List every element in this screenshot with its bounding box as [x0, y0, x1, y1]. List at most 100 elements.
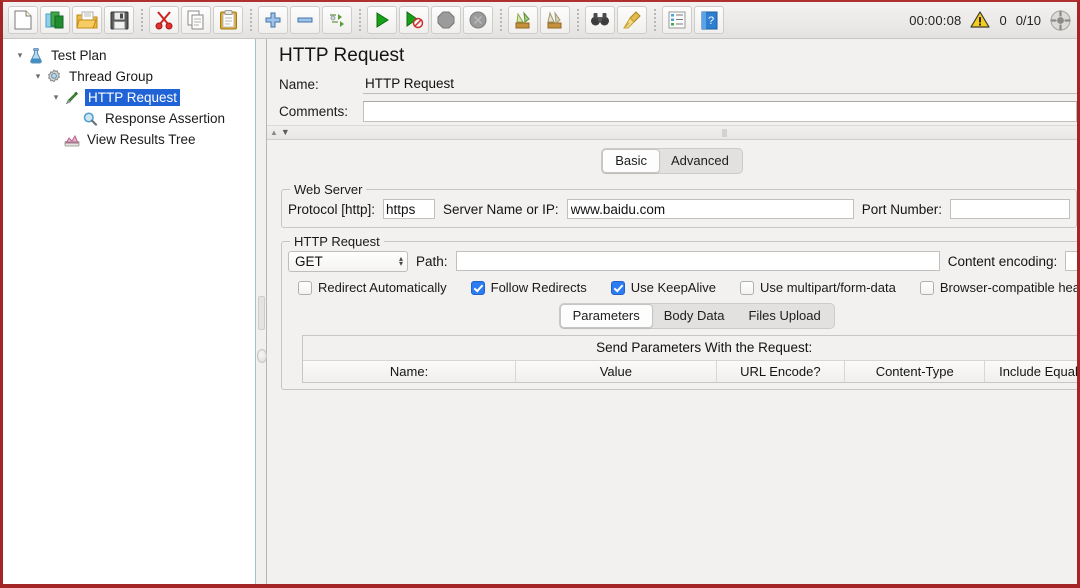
tree-node-test-plan[interactable]: ▾ Test Plan [3, 45, 255, 66]
protocol-input[interactable] [383, 199, 436, 219]
clear-all-button[interactable] [540, 6, 570, 34]
paste-button[interactable] [213, 6, 243, 34]
start-no-pauses-button[interactable] [399, 6, 429, 34]
stop-button[interactable] [431, 6, 461, 34]
toggle-button[interactable] [322, 6, 352, 34]
new-button[interactable] [8, 6, 38, 34]
collapse-bar[interactable]: ▲ ▼ [267, 125, 1077, 140]
parameters-panel: Send Parameters With the Request: Name: … [302, 335, 1077, 383]
open-button[interactable] [72, 6, 102, 34]
response-assertion-icon [81, 110, 99, 127]
panel-splitter[interactable] [256, 39, 267, 584]
test-plan-tree[interactable]: ▾ Test Plan ▾ Thread Group ▾ HTTP Reques… [3, 39, 256, 584]
collapse-all-button[interactable] [290, 6, 320, 34]
tab-basic[interactable]: Basic [602, 149, 660, 173]
clear-all-icon [547, 10, 562, 28]
content-encoding-input[interactable] [1065, 251, 1077, 271]
server-name-input[interactable] [566, 199, 854, 219]
splitter-grip[interactable] [257, 349, 267, 363]
port-number-input[interactable] [950, 199, 1070, 219]
minus-icon [297, 17, 313, 23]
svg-text:?: ? [707, 15, 713, 27]
use-multipart-checkbox[interactable]: Use multipart/form-data [740, 280, 896, 295]
play-green-icon [376, 12, 389, 28]
checkbox-box[interactable] [919, 280, 934, 295]
expand-all-button[interactable] [258, 6, 288, 34]
templates-button[interactable] [40, 6, 70, 34]
send-parameters-caption: Send Parameters With the Request: [303, 336, 1077, 361]
reset-search-button[interactable] [617, 6, 647, 34]
sub-tabgroup: Parameters Body Data Files Upload [558, 303, 835, 329]
help-book-icon: ? [701, 11, 717, 29]
clear-button[interactable] [508, 6, 538, 34]
column-header-name[interactable]: Name: [303, 361, 517, 383]
test-plan-icon [27, 47, 45, 64]
column-header-value[interactable]: Value [515, 361, 717, 383]
tree-node-thread-group[interactable]: ▾ Thread Group [3, 66, 255, 87]
content-encoding-label: Content encoding: [947, 253, 1058, 269]
function-helper-button[interactable] [662, 6, 692, 34]
request-options-row: Redirect Automatically Follow Redirects … [288, 273, 1077, 299]
chevron-down-icon[interactable]: ▾ [13, 49, 27, 63]
tab-body-data[interactable]: Body Data [652, 305, 737, 327]
port-label: Port Number: [861, 201, 942, 217]
redirect-automatically-checkbox[interactable]: Redirect Automatically [298, 280, 447, 295]
column-header-url-encode[interactable]: URL Encode? [716, 361, 846, 383]
copy-button[interactable] [181, 6, 211, 34]
shutdown-button[interactable] [463, 6, 493, 34]
open-folder-icon [76, 11, 98, 28]
tree-node-http-request[interactable]: ▾ HTTP Request [3, 87, 255, 108]
tab-parameters[interactable]: Parameters [559, 304, 653, 328]
tab-files-upload[interactable]: Files Upload [736, 305, 832, 327]
search-button[interactable] [585, 6, 615, 34]
path-input[interactable] [455, 251, 940, 271]
save-button[interactable] [104, 6, 134, 34]
http-request-legend: HTTP Request [294, 234, 380, 249]
chevron-updown-icon[interactable]: ▴ ▾ [399, 255, 403, 268]
toolbar-separator [246, 8, 255, 32]
chevron-down-icon[interactable]: ▾ [31, 70, 45, 84]
toggle-icon [330, 14, 344, 27]
templates-icon [45, 11, 64, 29]
collapse-up-icon[interactable]: ▲ [270, 128, 278, 137]
main-toolbar: ? 00:00:08 0 0/10 [3, 2, 1077, 39]
column-header-content-type[interactable]: Content-Type [844, 361, 986, 383]
cut-button[interactable] [149, 6, 179, 34]
toolbar-separator [573, 8, 582, 32]
tree-node-response-assertion[interactable]: ▾ Response Assertion [3, 108, 255, 129]
column-header-include-equals[interactable]: Include Equals? [984, 361, 1077, 383]
comments-label: Comments: [279, 104, 349, 119]
comments-input[interactable] [363, 101, 1077, 122]
start-button[interactable] [367, 6, 397, 34]
help-button[interactable]: ? [694, 6, 724, 34]
checkbox-label: Use multipart/form-data [760, 280, 896, 295]
toolbar-separator [496, 8, 505, 32]
collapse-down-icon[interactable]: ▼ [281, 128, 290, 137]
name-label: Name: [279, 77, 319, 92]
tab-advanced[interactable]: Advanced [659, 150, 741, 172]
checkbox-label: Follow Redirects [490, 280, 587, 295]
threads-running-count: 0/10 [1015, 12, 1041, 28]
threads-indicator-icon[interactable] [1050, 9, 1071, 31]
comments-row: Comments: [267, 98, 1077, 125]
tree-node-label: HTTP Request [85, 89, 181, 106]
use-keepalive-checkbox[interactable]: Use KeepAlive [610, 280, 716, 295]
thread-group-icon [45, 68, 63, 85]
toolbar-status-area: 00:00:08 0 0/10 [909, 2, 1071, 38]
tree-node-view-results-tree[interactable]: ▾ View Results Tree [3, 129, 255, 150]
table-header-row: Name: Value URL Encode? Content-Type Inc… [303, 361, 1077, 383]
copy-icon [187, 10, 204, 30]
tree-node-label: Response Assertion [105, 111, 226, 126]
method-select[interactable]: GET ▴ ▾ [288, 250, 408, 272]
name-input[interactable] [363, 75, 1077, 94]
collapse-thumb[interactable] [722, 128, 727, 137]
checkbox-box[interactable] [470, 280, 485, 295]
browser-compatible-headers-checkbox[interactable]: Browser-compatible headers [919, 280, 1077, 295]
checkbox-box[interactable] [610, 280, 625, 295]
checkbox-box[interactable] [298, 280, 312, 295]
binoculars-icon [591, 13, 609, 26]
checkbox-box[interactable] [740, 280, 754, 295]
main-tabbar: Basic Advanced [267, 140, 1077, 182]
chevron-down-icon[interactable]: ▾ [49, 91, 63, 105]
follow-redirects-checkbox[interactable]: Follow Redirects [470, 280, 587, 295]
